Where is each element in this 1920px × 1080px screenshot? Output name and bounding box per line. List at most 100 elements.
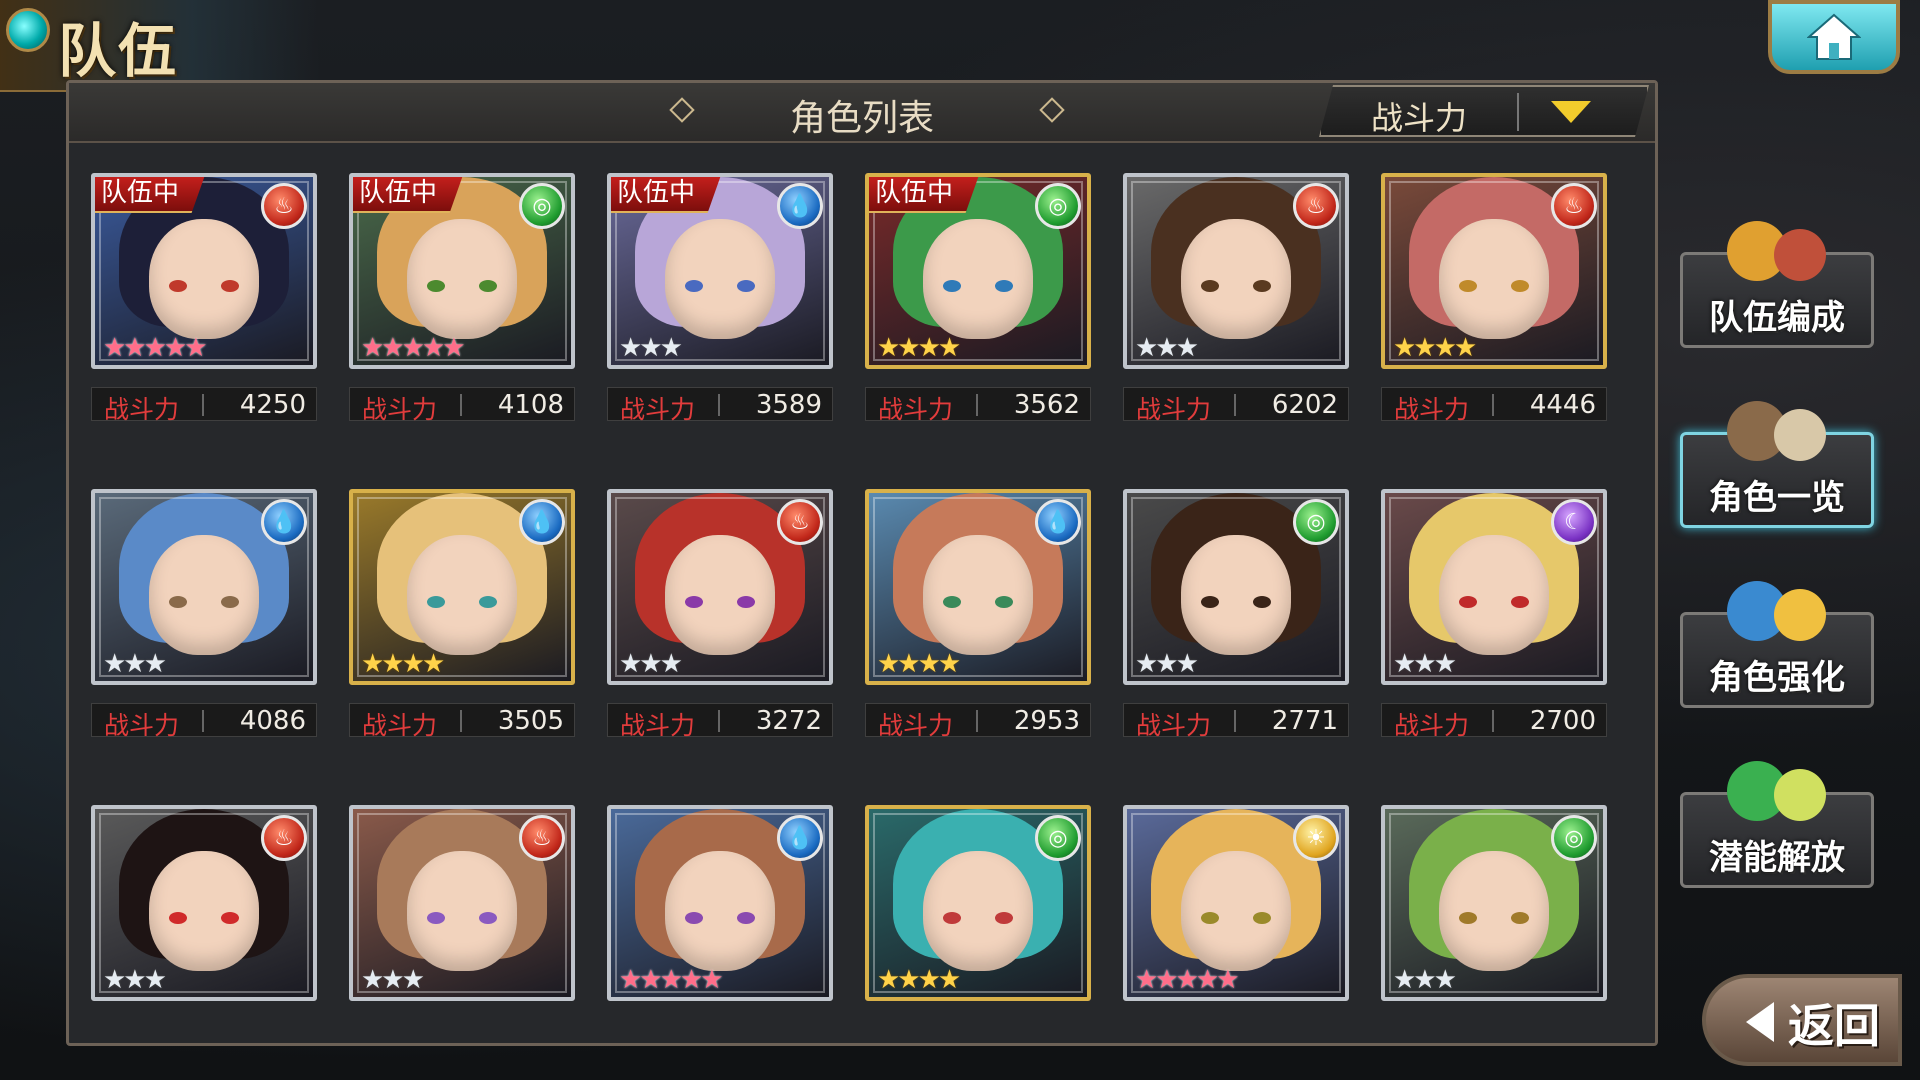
divider [460,394,462,416]
power-label: 战斗力 [620,395,696,424]
power-value: 2700 [1529,706,1596,736]
sort-dropdown[interactable]: 战斗力 [1319,85,1649,137]
wind-element-icon: ◎ [519,183,565,229]
character-card[interactable]: ♨ ★★★ [349,805,575,1001]
character-portrait[interactable]: ◎ ★★★ [1381,805,1607,1001]
character-card[interactable]: ☾ ★★★ 战斗力 2700 [1381,489,1607,740]
back-arrow-icon [1746,1002,1774,1042]
power-label: 战斗力 [878,711,954,740]
character-portrait[interactable]: ♨ ★★★ [1123,173,1349,369]
character-portrait[interactable]: 💧 ★★★★★ [607,805,833,1001]
character-portrait[interactable]: ◎ ★★★★ [865,805,1091,1001]
dark-element-icon: ☾ [1551,499,1597,545]
power-bar: 战斗力 2953 [865,703,1091,740]
character-portrait[interactable]: ♨ ★★★ [349,805,575,1001]
power-value: 3505 [497,706,564,736]
fire-element-icon: ♨ [261,815,307,861]
power-bar: 战斗力 3272 [607,703,833,740]
menu-art-icon [1727,761,1826,821]
side-menu-button[interactable]: 队伍编成 [1680,221,1874,348]
side-menu-label: 角色一览 [1709,478,1845,518]
gem-icon [6,8,50,52]
fire-element-icon: ♨ [1551,183,1597,229]
character-portrait[interactable]: 💧 ★★★★ [349,489,575,685]
in-team-badge: 队伍中 [869,177,980,213]
character-portrait[interactable]: ◎ ★★★ [1123,489,1349,685]
character-card[interactable]: 队伍中 ◎ ★★★★ 战斗力 3562 [865,173,1091,424]
star-rating: ★★★★ [361,649,445,679]
home-button[interactable] [1768,0,1900,74]
fire-element-icon: ♨ [261,183,307,229]
side-menu-button[interactable]: 潜能解放 [1680,761,1874,888]
wind-element-icon: ◎ [1035,183,1081,229]
power-bar: 战斗力 3505 [349,703,575,740]
water-element-icon: 💧 [777,183,823,229]
power-bar: 战斗力 6202 [1123,387,1349,424]
divider [202,394,204,416]
character-portrait[interactable]: 队伍中 ◎ ★★★★ [865,173,1091,369]
side-menu-button[interactable]: 角色强化 [1680,581,1874,708]
character-card[interactable]: ◎ ★★★ 战斗力 2771 [1123,489,1349,740]
power-label: 战斗力 [878,395,954,424]
character-card[interactable]: 💧 ★★★★ 战斗力 3505 [349,489,575,740]
star-rating: ★★★★★ [361,333,466,363]
star-rating: ★★★★ [877,649,961,679]
divider [718,394,720,416]
star-rating: ★★★★★ [103,333,208,363]
dropdown-arrow-icon[interactable] [1551,101,1591,123]
in-team-badge: 队伍中 [95,177,206,213]
character-card[interactable]: 💧 ★★★★ 战斗力 2953 [865,489,1091,740]
side-menu-button[interactable]: 角色一览 [1680,401,1874,528]
character-portrait[interactable]: ☀ ★★★★★ [1123,805,1349,1001]
star-rating: ★★★★★ [619,965,724,995]
power-bar: 战斗力 3589 [607,387,833,424]
character-portrait[interactable]: 💧 ★★★★ [865,489,1091,685]
power-value: 4108 [497,390,564,420]
panel-header: 角色列表 战斗力 [69,83,1655,143]
side-menu-label: 队伍编成 [1709,298,1845,338]
power-value: 4446 [1529,390,1596,420]
character-card[interactable]: 队伍中 ◎ ★★★★★ 战斗力 4108 [349,173,575,424]
divider [976,394,978,416]
page-title: 队伍 [58,17,179,85]
character-card[interactable]: ♨ ★★★★ 战斗力 4446 [1381,173,1607,424]
character-portrait[interactable]: 队伍中 💧 ★★★ [607,173,833,369]
character-portrait[interactable]: 队伍中 ◎ ★★★★★ [349,173,575,369]
character-portrait[interactable]: ♨ ★★★ [607,489,833,685]
power-bar: 战斗力 4446 [1381,387,1607,424]
character-card[interactable]: ♨ ★★★ 战斗力 3272 [607,489,833,740]
star-rating: ★★★ [619,649,683,679]
character-card[interactable]: 队伍中 ♨ ★★★★★ 战斗力 4250 [91,173,317,424]
character-card[interactable]: ☀ ★★★★★ [1123,805,1349,1001]
divider [718,710,720,732]
water-element-icon: 💧 [1035,499,1081,545]
character-portrait[interactable]: ☾ ★★★ [1381,489,1607,685]
character-card[interactable]: 队伍中 💧 ★★★ 战斗力 3589 [607,173,833,424]
star-rating: ★★★ [1135,649,1199,679]
character-portrait[interactable]: 💧 ★★★ [91,489,317,685]
star-rating: ★★★ [1393,649,1457,679]
power-value: 4250 [239,390,306,420]
star-rating: ★★★★ [1393,333,1477,363]
character-card[interactable]: ♨ ★★★ [91,805,317,1001]
character-card[interactable]: ◎ ★★★★ [865,805,1091,1001]
power-value: 2771 [1271,706,1338,736]
character-card[interactable]: 💧 ★★★★★ [607,805,833,1001]
power-label: 战斗力 [104,711,180,740]
fire-element-icon: ♨ [519,815,565,861]
character-portrait[interactable]: ♨ ★★★ [91,805,317,1001]
power-bar: 战斗力 4108 [349,387,575,424]
back-button[interactable]: 返回 [1702,974,1902,1066]
power-label: 战斗力 [1136,395,1212,424]
power-value: 3562 [1013,390,1080,420]
divider [1234,710,1236,732]
power-bar: 战斗力 4250 [91,387,317,424]
water-element-icon: 💧 [777,815,823,861]
character-portrait[interactable]: 队伍中 ♨ ★★★★★ [91,173,317,369]
character-card[interactable]: ♨ ★★★ 战斗力 6202 [1123,173,1349,424]
character-card[interactable]: 💧 ★★★ 战斗力 4086 [91,489,317,740]
character-card[interactable]: ◎ ★★★ [1381,805,1607,1001]
character-portrait[interactable]: ♨ ★★★★ [1381,173,1607,369]
wind-element-icon: ◎ [1551,815,1597,861]
title-plate: 队伍 [0,0,320,92]
